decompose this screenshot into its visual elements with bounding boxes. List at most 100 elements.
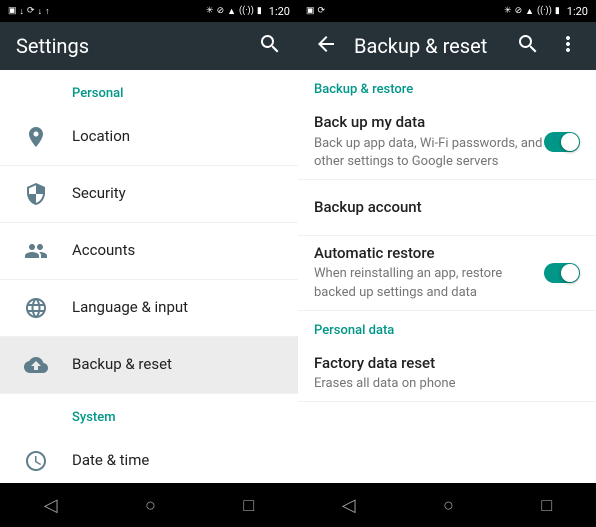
backup-icon <box>24 353 48 377</box>
wifi-status-icon: ↓ <box>20 6 25 17</box>
right-bluetooth-icon: ✳ <box>504 6 512 16</box>
security-icon <box>24 182 48 206</box>
home-nav-button[interactable]: ○ <box>121 487 180 524</box>
automatic-restore-text: Automatic restore When reinstalling an a… <box>314 244 544 302</box>
system-section-header: System <box>0 394 298 433</box>
factory-reset-title: Factory data reset <box>314 354 580 374</box>
settings-title: Settings <box>16 34 242 58</box>
back-arrow-icon <box>314 32 338 56</box>
right-nosim-icon: ⊘ <box>515 6 523 16</box>
left-nav-bar: ◁ ○ □ <box>0 483 298 527</box>
automatic-restore-toggle-thumb <box>561 264 579 282</box>
wifi-icon: ((·)) <box>239 6 254 16</box>
datetime-text: Date & time <box>72 451 282 471</box>
datetime-item[interactable]: Date & time <box>0 433 298 483</box>
security-icon-wrap <box>16 174 56 214</box>
status-bar-left-icons: ▣ ↓ ⟳ ↓ ↑ <box>8 6 50 17</box>
right-home-nav-button[interactable]: ○ <box>419 487 478 524</box>
language-label: Language & input <box>72 298 282 318</box>
status-bar-left: ▣ ↓ ⟳ ↓ ↑ ✳ ⊘ ▲ ((·)) ▮ 1:20 <box>0 0 298 22</box>
location-text: Location <box>72 127 282 147</box>
accounts-icon-wrap <box>16 231 56 271</box>
backup-my-data-toggle[interactable] <box>544 132 580 152</box>
search-button[interactable] <box>258 32 282 61</box>
location-label: Location <box>72 127 282 147</box>
accounts-text: Accounts <box>72 241 282 261</box>
backup-my-data-text: Back up my data Back up app data, Wi-Fi … <box>314 113 544 171</box>
download-icon: ↓ <box>38 6 43 17</box>
right-battery-icon: ▮ <box>555 6 560 16</box>
back-nav-button[interactable]: ◁ <box>20 487 82 524</box>
accounts-item[interactable]: Accounts <box>0 223 298 280</box>
backup-my-data-subtitle: Back up app data, Wi-Fi passwords, and o… <box>314 135 544 171</box>
right-sync-icon: ⟳ <box>318 6 326 16</box>
datetime-label: Date & time <box>72 451 282 471</box>
more-vert-icon <box>556 32 580 56</box>
back-button[interactable] <box>314 32 338 61</box>
language-icon-wrap <box>16 288 56 328</box>
right-time-display: 1:20 <box>567 5 588 18</box>
backup-reset-content: Backup & restore Back up my data Back up… <box>298 70 596 483</box>
status-bar-right-icons: ✳ ⊘ ▲ ((·)) ▮ 1:20 <box>206 5 290 18</box>
backup-icon-wrap <box>16 345 56 385</box>
backup-text: Backup & reset <box>72 355 282 375</box>
backup-account-text: Backup account <box>314 198 580 218</box>
personal-data-section-header: Personal data <box>298 311 596 346</box>
backup-account-title: Backup account <box>314 198 580 218</box>
backup-account-item[interactable]: Backup account <box>298 180 596 236</box>
search-icon <box>258 32 282 56</box>
right-status-right-icons: ✳ ⊘ ▲ ((·)) ▮ 1:20 <box>504 5 588 18</box>
factory-reset-item[interactable]: Factory data reset Erases all data on ph… <box>298 346 596 403</box>
security-text: Security <box>72 184 282 204</box>
battery-icon: ▮ <box>257 6 262 16</box>
nosim-icon: ⊘ <box>217 6 225 16</box>
location-item[interactable]: Location <box>0 109 298 166</box>
backup-my-data-title: Back up my data <box>314 113 544 133</box>
location-icon-wrap <box>16 117 56 157</box>
sync-icon: ⟳ <box>27 6 35 16</box>
accounts-label: Accounts <box>72 241 282 261</box>
personal-section-header: Personal <box>0 70 298 109</box>
automatic-restore-subtitle: When reinstalling an app, restore backed… <box>314 265 544 301</box>
sim-icon: ▣ <box>8 6 17 16</box>
left-panel: ▣ ↓ ⟳ ↓ ↑ ✳ ⊘ ▲ ((·)) ▮ 1:20 Settings Pe… <box>0 0 298 527</box>
right-recent-nav-button[interactable]: □ <box>517 487 576 524</box>
language-text: Language & input <box>72 298 282 318</box>
backup-label: Backup & reset <box>72 355 282 375</box>
datetime-icon-wrap <box>16 441 56 481</box>
status-bar-right: ▣ ⟳ ✳ ⊘ ▲ ((·)) ▮ 1:20 <box>298 0 596 22</box>
right-panel: ▣ ⟳ ✳ ⊘ ▲ ((·)) ▮ 1:20 Backup & reset <box>298 0 596 527</box>
right-wifi-icon: ((·)) <box>537 6 552 16</box>
upload-icon: ↑ <box>45 6 50 17</box>
backup-item[interactable]: Backup & reset <box>0 337 298 394</box>
bluetooth-icon: ✳ <box>206 6 214 16</box>
backup-restore-section-header: Backup & restore <box>298 70 596 105</box>
more-options-button[interactable] <box>556 32 580 61</box>
security-item[interactable]: Security <box>0 166 298 223</box>
right-back-nav-button[interactable]: ◁ <box>318 487 380 524</box>
accounts-icon <box>24 239 48 263</box>
factory-reset-text: Factory data reset Erases all data on ph… <box>314 354 580 394</box>
right-app-bar: Backup & reset <box>298 22 596 70</box>
recent-nav-button[interactable]: □ <box>219 487 278 524</box>
right-sim-icon: ▣ <box>306 6 315 16</box>
right-search-icon <box>516 32 540 56</box>
security-label: Security <box>72 184 282 204</box>
settings-list: Personal Location Security <box>0 70 298 483</box>
language-icon <box>24 296 48 320</box>
right-status-left-icons: ▣ ⟳ <box>306 6 325 16</box>
location-icon <box>24 125 48 149</box>
signal-icon: ▲ <box>227 6 236 17</box>
automatic-restore-toggle[interactable] <box>544 263 580 283</box>
backup-reset-title: Backup & reset <box>354 34 500 58</box>
right-nav-bar: ◁ ○ □ <box>298 483 596 527</box>
clock-icon <box>24 449 48 473</box>
automatic-restore-item[interactable]: Automatic restore When reinstalling an a… <box>298 236 596 311</box>
language-item[interactable]: Language & input <box>0 280 298 337</box>
left-app-bar: Settings <box>0 22 298 70</box>
right-search-button[interactable] <box>516 32 540 61</box>
automatic-restore-title: Automatic restore <box>314 244 544 264</box>
factory-reset-subtitle: Erases all data on phone <box>314 375 580 393</box>
time-display: 1:20 <box>269 5 290 18</box>
backup-my-data-item[interactable]: Back up my data Back up app data, Wi-Fi … <box>298 105 596 180</box>
